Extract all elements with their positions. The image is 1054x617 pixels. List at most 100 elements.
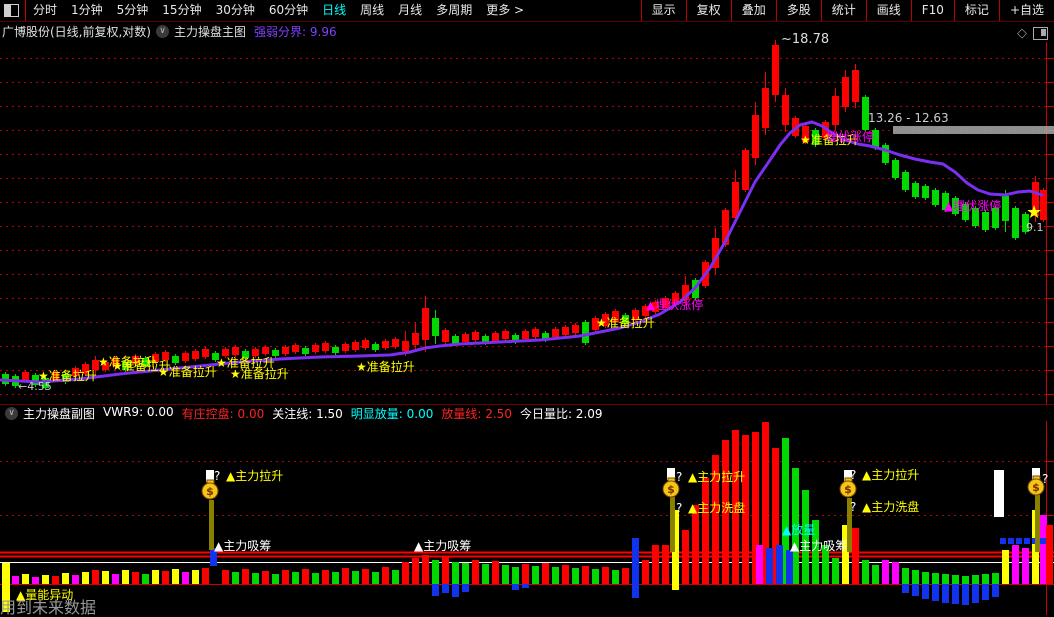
toolbar-period-5[interactable]: 60分钟 (262, 0, 315, 21)
volume-bar (22, 574, 29, 584)
candle (22, 372, 29, 380)
toolbar-action-4[interactable]: 统计 (820, 0, 866, 21)
volume-bar (210, 548, 217, 566)
volume-bar (882, 560, 889, 584)
volume-bar (912, 584, 919, 596)
volume-bar (342, 568, 349, 584)
toolbar-period-9[interactable]: 多周期 (429, 0, 479, 21)
volume-bar (12, 576, 19, 584)
toolbar-action-1[interactable]: 复权 (685, 0, 731, 21)
volume-bar (732, 430, 739, 584)
volume-bar (402, 562, 409, 584)
candle (32, 375, 39, 385)
candle (472, 332, 479, 340)
candle (212, 353, 219, 360)
toolbar-period-0[interactable]: 分时 (26, 0, 64, 21)
volume-bar (702, 478, 709, 584)
toolbar-period-10[interactable]: 更多 > (479, 0, 531, 21)
toolbar-action-8[interactable]: +自选 (998, 0, 1054, 21)
main-chart-titlebar: 广博股份(日线,前复权,对数) ∨ 主力操盘主图 强弱分界: 9.96 (2, 22, 337, 40)
candle (162, 352, 169, 360)
volume-bar (522, 584, 529, 588)
toolbar-period-7[interactable]: 周线 (353, 0, 391, 21)
volume-bar (192, 570, 199, 584)
volume-bar (776, 545, 783, 584)
volume-bar (1008, 538, 1014, 544)
volume-bar (72, 575, 79, 584)
diamond-icon[interactable]: ◇ (1017, 26, 1027, 41)
toolbar-action-2[interactable]: 叠加 (730, 0, 776, 21)
candle (652, 302, 659, 312)
candle (302, 348, 309, 354)
volume-bar (32, 577, 39, 584)
toolbar-action-5[interactable]: 画线 (865, 0, 911, 21)
candle (662, 298, 669, 308)
volume-bar (152, 570, 159, 584)
chart-canvas[interactable]: $ $ $ $ (0, 0, 1054, 615)
volume-bar (422, 555, 429, 584)
volume-bar (612, 570, 619, 584)
volume-bar (432, 560, 439, 584)
toolbar-period-6[interactable]: 日线 (315, 0, 353, 21)
candle (902, 172, 909, 190)
candle (82, 364, 89, 374)
volume-bar (922, 584, 929, 599)
candle (312, 345, 319, 352)
volume-bar (202, 568, 209, 584)
candle (502, 331, 509, 339)
volume-bar (972, 575, 979, 584)
candle (492, 333, 499, 341)
volume-bar (1000, 538, 1006, 544)
candle (882, 145, 889, 163)
money-bag-icon: $ (206, 485, 214, 498)
chevron-down-icon[interactable]: ∨ (156, 24, 169, 38)
toolbar-period-4[interactable]: 30分钟 (209, 0, 262, 21)
period-toolbar: 分时 1分钟 5分钟 15分钟 30分钟 60分钟 日线 周线 月线 多周期 更多 > (0, 0, 531, 21)
volume-bar (962, 584, 969, 605)
toolbar-action-6[interactable]: F10 (910, 0, 954, 21)
candle (432, 318, 439, 336)
volume-bar (662, 545, 669, 584)
volume-bar (442, 557, 449, 584)
volume-bar (632, 538, 639, 584)
volume-bar (852, 528, 859, 584)
candle (612, 311, 619, 322)
candle (92, 360, 99, 370)
candle (112, 358, 119, 366)
toolbar-period-8[interactable]: 月线 (391, 0, 429, 21)
volume-bar (942, 584, 949, 603)
volume-bar (922, 572, 929, 584)
toolbar-period-3[interactable]: 15分钟 (155, 0, 208, 21)
toolbar-action-7[interactable]: 标记 (953, 0, 999, 21)
volume-bar (492, 561, 499, 584)
money-bag-icon: $ (1032, 481, 1040, 494)
subchart-name[interactable]: 主力操盘副图 (23, 405, 95, 422)
indicator-name[interactable]: 主力操盘主图 (174, 23, 246, 40)
volume-bar (632, 584, 639, 598)
volume-bar (112, 574, 119, 584)
toolbar-action-0[interactable]: 显示 (640, 0, 686, 21)
volume-bar (832, 558, 839, 584)
candle (582, 322, 589, 343)
volume-bar (52, 576, 59, 584)
volume-bar (442, 584, 449, 593)
volume-bar (992, 573, 999, 584)
window-split-icon[interactable] (4, 4, 19, 17)
volume-bar (322, 570, 329, 584)
candle (942, 193, 949, 210)
candle (642, 306, 649, 316)
candle (272, 350, 279, 356)
volume-bar (372, 572, 379, 584)
volume-bar (872, 565, 879, 584)
volume-bar (822, 545, 829, 584)
candle (732, 182, 739, 218)
toolbar-period-2[interactable]: 5分钟 (110, 0, 156, 21)
toolbar-period-1[interactable]: 1分钟 (64, 0, 110, 21)
volume-bar (282, 570, 289, 584)
candle (1012, 208, 1019, 238)
volume-bar (932, 584, 939, 601)
pane-split-icon[interactable] (1033, 27, 1048, 40)
volume-bar (62, 573, 69, 584)
toolbar-action-3[interactable]: 多股 (775, 0, 821, 21)
chevron-down-icon[interactable]: ∨ (5, 406, 18, 420)
